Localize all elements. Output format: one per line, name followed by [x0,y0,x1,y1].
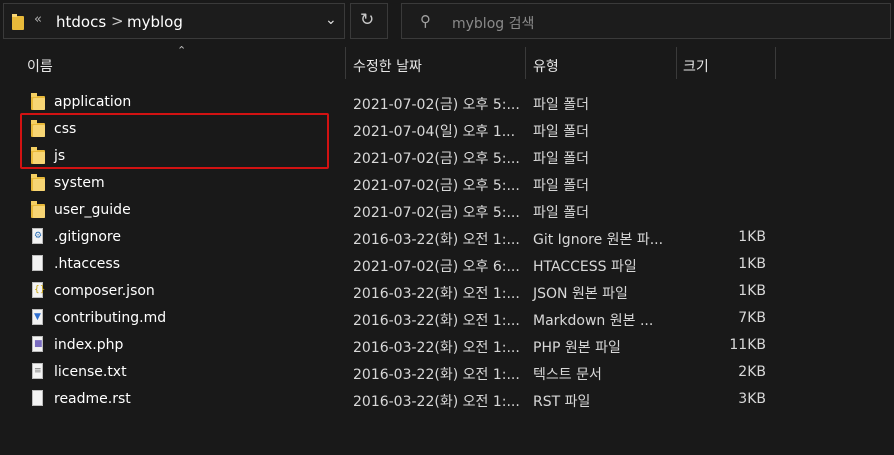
column-size[interactable]: 크기 [683,56,709,76]
file-date: 2021-07-02(금) 오후 5:... [353,178,520,194]
file-date: 2021-07-02(금) 오후 5:... [353,97,520,113]
file-date: 2016-03-22(화) 오전 1:... [353,232,520,248]
overflow-chevron-icon[interactable]: « [34,12,42,27]
json-file-icon: {} [31,282,45,300]
file-row[interactable]: readme.rst 2016-03-22(화) 오전 1:... RST 파일 3K… [0,386,894,413]
file-type: Git Ignore 원본 파... [533,232,664,248]
search-box[interactable]: ⚲ myblog 검색 [401,3,891,39]
file-row[interactable]: .htaccess 2021-07-02(금) 오후 6:... HTACCESS … [0,251,894,278]
file-type: JSON 원본 파일 [533,286,628,302]
folder-icon [31,174,45,192]
file-row[interactable]: ■ index.php 2016-03-22(화) 오전 1:... PHP 원본 파… [0,332,894,359]
refresh-icon: ↻ [360,10,375,30]
file-name: index.php [54,337,124,353]
file-row[interactable]: ▼ contributing.md 2016-03-22(화) 오전 1:... Ma… [0,305,894,332]
file-date: 2021-07-02(금) 오후 5:... [353,151,520,167]
file-type: 파일 폴더 [533,205,589,221]
file-row[interactable]: ≡ license.txt 2016-03-22(화) 오전 1:... 텍스트 문서… [0,359,894,386]
chevron-down-icon[interactable]: ⌄ [325,12,337,28]
file-type: 파일 폴더 [533,178,589,194]
file-type: 파일 폴더 [533,151,589,167]
gear-file-icon: ⚙ [31,228,45,246]
text-file-icon: ≡ [31,363,45,381]
column-type[interactable]: 유형 [533,56,559,76]
file-date: 2016-03-22(화) 오전 1:... [353,394,520,410]
file-name: .gitignore [54,229,121,245]
file-type: PHP 원본 파일 [533,340,621,356]
file-type: RST 파일 [533,394,591,410]
php-file-icon: ■ [31,336,45,354]
file-type: 파일 폴더 [533,124,589,140]
file-size: 1KB [738,256,766,272]
file-type: HTACCESS 파일 [533,259,637,275]
file-name: license.txt [54,364,127,380]
file-type: Markdown 원본 ... [533,313,654,329]
column-divider[interactable] [775,47,776,79]
file-date: 2016-03-22(화) 오전 1:... [353,367,520,383]
file-name: readme.rst [54,391,131,407]
breadcrumb-separator[interactable]: > [111,12,124,30]
folder-icon [31,93,45,111]
search-icon: ⚲ [420,12,431,30]
file-name: application [54,94,132,110]
file-name: composer.json [54,283,155,299]
breadcrumb-myblog[interactable]: myblog [127,13,183,31]
toolbar: « htdocs > myblog ⌄ ↻ ⚲ myblog 검색 [0,0,894,43]
column-header: ⌃ 이름 수정한 날짜 유형 크기 [0,44,894,81]
file-date: 2021-07-02(금) 오후 6:... [353,259,520,275]
refresh-button[interactable]: ↻ [350,3,388,39]
file-name: contributing.md [54,310,167,326]
column-divider[interactable] [525,47,526,79]
file-name: system [54,175,105,191]
file-size: 2KB [738,364,766,380]
file-date: 2016-03-22(화) 오전 1:... [353,286,520,302]
file-size: 3KB [738,391,766,407]
file-date: 2021-07-04(일) 오후 1... [353,124,516,140]
file-row[interactable]: application 2021-07-02(금) 오후 5:... 파일 폴더 [0,89,894,116]
breadcrumb-htdocs[interactable]: htdocs [56,13,106,31]
file-row[interactable]: system 2021-07-02(금) 오후 5:... 파일 폴더 [0,170,894,197]
file-type: 파일 폴더 [533,97,589,113]
column-name[interactable]: 이름 [27,56,53,76]
file-icon [31,255,45,273]
file-name: .htaccess [54,256,120,272]
file-date: 2016-03-22(화) 오전 1:... [353,340,520,356]
folder-icon [31,201,45,219]
folder-icon [12,14,24,30]
address-bar[interactable]: « htdocs > myblog ⌄ [3,3,345,39]
file-name: user_guide [54,202,131,218]
file-date: 2016-03-22(화) 오전 1:... [353,313,520,329]
column-divider[interactable] [345,47,346,79]
highlight-box [20,113,329,169]
file-icon [31,390,45,408]
file-row[interactable]: {} composer.json 2016-03-22(화) 오전 1:... JSO… [0,278,894,305]
file-size: 7KB [738,310,766,326]
sort-ascending-icon: ⌃ [177,44,187,57]
file-size: 11KB [729,337,766,353]
file-size: 1KB [738,283,766,299]
search-placeholder: myblog 검색 [452,16,535,32]
file-row[interactable]: ⚙ .gitignore 2016-03-22(화) 오전 1:... Git Ign… [0,224,894,251]
column-divider[interactable] [676,47,677,79]
markdown-file-icon: ▼ [31,309,45,327]
file-size: 1KB [738,229,766,245]
file-type: 텍스트 문서 [533,367,602,383]
file-date: 2021-07-02(금) 오후 5:... [353,205,520,221]
file-row[interactable]: user_guide 2021-07-02(금) 오후 5:... 파일 폴더 [0,197,894,224]
column-date[interactable]: 수정한 날짜 [353,56,422,76]
